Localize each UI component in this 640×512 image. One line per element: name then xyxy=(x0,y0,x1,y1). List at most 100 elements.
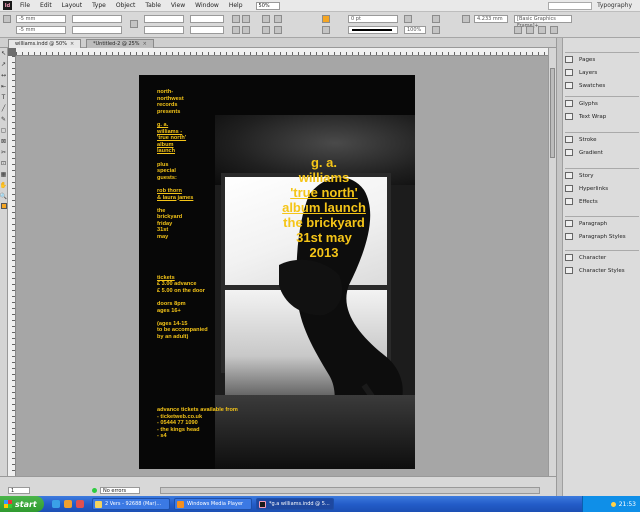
frame-tool-icon[interactable]: ⊠ xyxy=(0,137,7,146)
tray-icon[interactable] xyxy=(610,501,616,507)
rotate-cw-icon[interactable] xyxy=(232,15,240,23)
fit-frame-icon[interactable] xyxy=(526,26,534,34)
fill-frame-icon[interactable] xyxy=(550,26,558,34)
search-field[interactable] xyxy=(548,2,592,10)
select-next-icon[interactable] xyxy=(274,15,282,23)
horizontal-ruler[interactable] xyxy=(16,48,556,56)
direct-selection-tool-icon[interactable]: ↗ xyxy=(0,60,7,69)
menu-layout[interactable]: Layout xyxy=(57,2,87,9)
corner-size-field[interactable]: 4.233 mm xyxy=(474,15,508,23)
menu-edit[interactable]: Edit xyxy=(35,2,57,9)
rotate-field[interactable] xyxy=(190,15,224,23)
media-icon[interactable] xyxy=(64,500,72,508)
taskbar-item-explorer[interactable]: 2 Vers - 92688 (Mar)... xyxy=(92,498,170,510)
select-container-icon[interactable] xyxy=(262,15,270,23)
corner-shape-icon[interactable] xyxy=(462,15,470,23)
page-tool-icon[interactable]: ↔ xyxy=(0,71,7,80)
panel-paragraph-styles[interactable]: Paragraph Styles xyxy=(565,230,639,243)
width-field[interactable] xyxy=(72,15,122,23)
close-icon[interactable]: × xyxy=(70,41,74,47)
menu-file[interactable]: File xyxy=(15,2,35,9)
horizontal-scrollbar[interactable] xyxy=(160,487,540,494)
taskbar-item-indesign[interactable]: *g.a williams.indd @ 5... xyxy=(256,498,334,510)
menu-type[interactable]: Type xyxy=(87,2,111,9)
vertical-scrollbar[interactable] xyxy=(548,48,556,476)
close-icon[interactable]: × xyxy=(143,41,147,47)
panel-dock-handle[interactable] xyxy=(557,38,563,496)
hand-tool-icon[interactable]: ✋ xyxy=(0,181,7,190)
panel-stroke[interactable]: Stroke xyxy=(565,133,639,146)
fill-swatch[interactable] xyxy=(322,15,330,23)
panel-glyphs[interactable]: Glyphs xyxy=(565,97,639,110)
layers-icon xyxy=(565,69,573,76)
block-presenter: north- northwest records presents xyxy=(157,89,267,115)
page-number-field[interactable]: 1 xyxy=(8,487,30,494)
panel-character[interactable]: Character xyxy=(565,251,639,264)
preflight-status[interactable]: No errors xyxy=(100,487,140,494)
panel-swatches[interactable]: Swatches xyxy=(565,79,639,92)
object-style-select[interactable]: [Basic Graphics Frame]+ xyxy=(514,15,572,29)
tab-williams[interactable]: williams.indd @ 50% × xyxy=(8,39,82,48)
taskbar-item-media-player[interactable]: Windows Media Player xyxy=(174,498,252,510)
panel-story[interactable]: Story xyxy=(565,169,639,182)
app-icon[interactable] xyxy=(76,500,84,508)
browser-icon[interactable] xyxy=(52,500,60,508)
selection-tool-icon[interactable]: ↖ xyxy=(0,49,7,58)
panel-effects[interactable]: Effects xyxy=(565,195,639,208)
panel-paragraph[interactable]: Paragraph xyxy=(565,217,639,230)
clock[interactable]: 21:53 xyxy=(619,501,636,508)
constrain-proportions-icon[interactable] xyxy=(130,20,138,28)
gradient-tool-icon[interactable]: ▦ xyxy=(0,170,7,179)
opacity-field[interactable]: 100% xyxy=(404,26,426,34)
flip-vertical-icon[interactable] xyxy=(242,26,250,34)
panel-gradient[interactable]: Gradient xyxy=(565,146,639,159)
height-field[interactable] xyxy=(72,26,122,34)
reference-point-icon[interactable] xyxy=(3,15,11,23)
gap-tool-icon[interactable]: ⇤ xyxy=(0,82,7,91)
flip-horizontal-icon[interactable] xyxy=(242,15,250,23)
panel-pages[interactable]: Pages xyxy=(565,53,639,66)
drop-shadow-icon[interactable] xyxy=(432,15,440,23)
type-tool-icon[interactable]: T xyxy=(0,93,7,102)
panel-character-styles[interactable]: Character Styles xyxy=(565,264,639,277)
scale-x-field[interactable] xyxy=(144,15,184,23)
scale-y-field[interactable] xyxy=(144,26,184,34)
zoom-level-field[interactable]: 50% xyxy=(255,1,280,10)
panel-layers[interactable]: Layers xyxy=(565,66,639,79)
stroke-swatch[interactable] xyxy=(322,26,330,34)
stroke-type-select[interactable] xyxy=(348,26,398,34)
start-button[interactable]: start xyxy=(0,496,44,512)
stroke-icon xyxy=(565,136,573,143)
fx-icon[interactable] xyxy=(404,15,412,23)
pen-tool-icon[interactable]: ✎ xyxy=(0,115,7,124)
panel-hyperlinks[interactable]: Hyperlinks xyxy=(565,182,639,195)
poster-page[interactable]: north- northwest records presents g. a. … xyxy=(139,75,415,469)
select-content-icon[interactable] xyxy=(262,26,270,34)
text-wrap-icon[interactable] xyxy=(432,26,440,34)
zoom-tool-icon[interactable]: 🔍 xyxy=(0,192,7,201)
workspace-switcher[interactable]: Typography xyxy=(597,2,632,9)
y-position-field[interactable]: -5 mm xyxy=(16,26,66,34)
shear-field[interactable] xyxy=(190,26,224,34)
fitting-icon[interactable] xyxy=(514,26,522,34)
scroll-thumb[interactable] xyxy=(550,68,555,158)
menu-view[interactable]: View xyxy=(166,2,190,9)
x-position-field[interactable]: -5 mm xyxy=(16,15,66,23)
menu-table[interactable]: Table xyxy=(140,2,166,9)
rotate-ccw-icon[interactable] xyxy=(232,26,240,34)
transform-tool-icon[interactable]: ⊡ xyxy=(0,159,7,168)
select-previous-icon[interactable] xyxy=(274,26,282,34)
menu-window[interactable]: Window xyxy=(190,2,224,9)
stroke-weight-field[interactable]: 0 pt xyxy=(348,15,398,23)
preflight-status-icon xyxy=(92,488,97,493)
panel-text-wrap[interactable]: Text Wrap xyxy=(565,110,639,123)
vertical-ruler[interactable] xyxy=(8,56,16,476)
menu-help[interactable]: Help xyxy=(224,2,248,9)
rectangle-frame-tool-icon[interactable]: ▢ xyxy=(0,126,7,135)
line-tool-icon[interactable]: ╱ xyxy=(0,104,7,113)
scissors-tool-icon[interactable]: ✂ xyxy=(0,148,7,157)
fill-color-icon[interactable] xyxy=(1,203,7,209)
tab-untitled[interactable]: *Untitled-2 @ 25% × xyxy=(86,39,154,48)
menu-object[interactable]: Object xyxy=(111,2,141,9)
center-content-icon[interactable] xyxy=(538,26,546,34)
